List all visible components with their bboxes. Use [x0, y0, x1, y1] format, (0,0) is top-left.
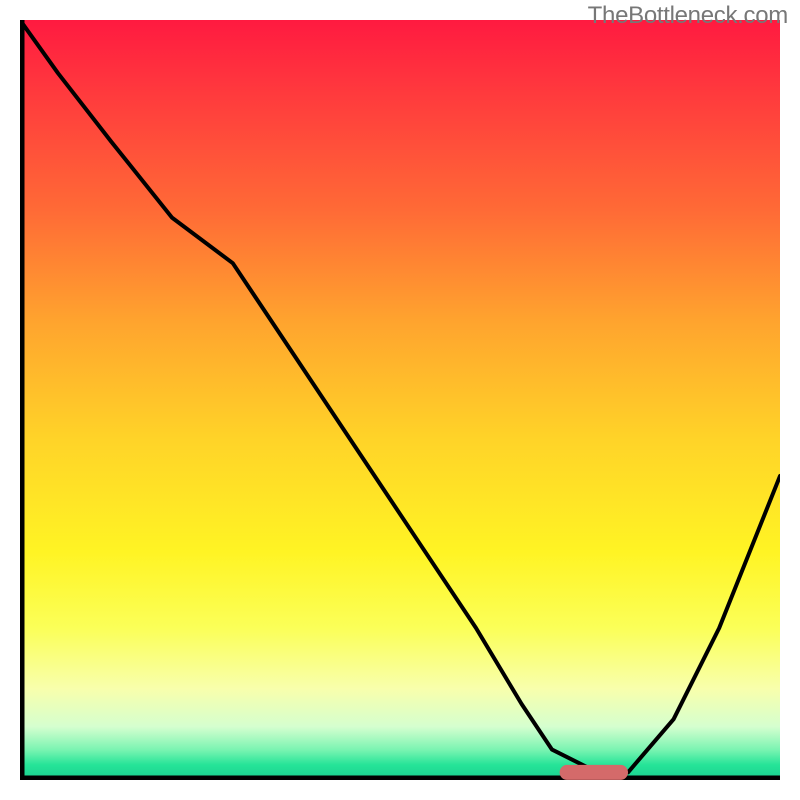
bottleneck-curve-line — [20, 20, 780, 772]
plot-area — [20, 20, 780, 780]
bottleneck-chart: TheBottleneck.com — [0, 0, 800, 800]
watermark-text: TheBottleneck.com — [588, 2, 788, 30]
chart-svg — [20, 20, 780, 780]
optimal-range-marker — [560, 765, 628, 780]
axis-lines — [22, 20, 780, 778]
